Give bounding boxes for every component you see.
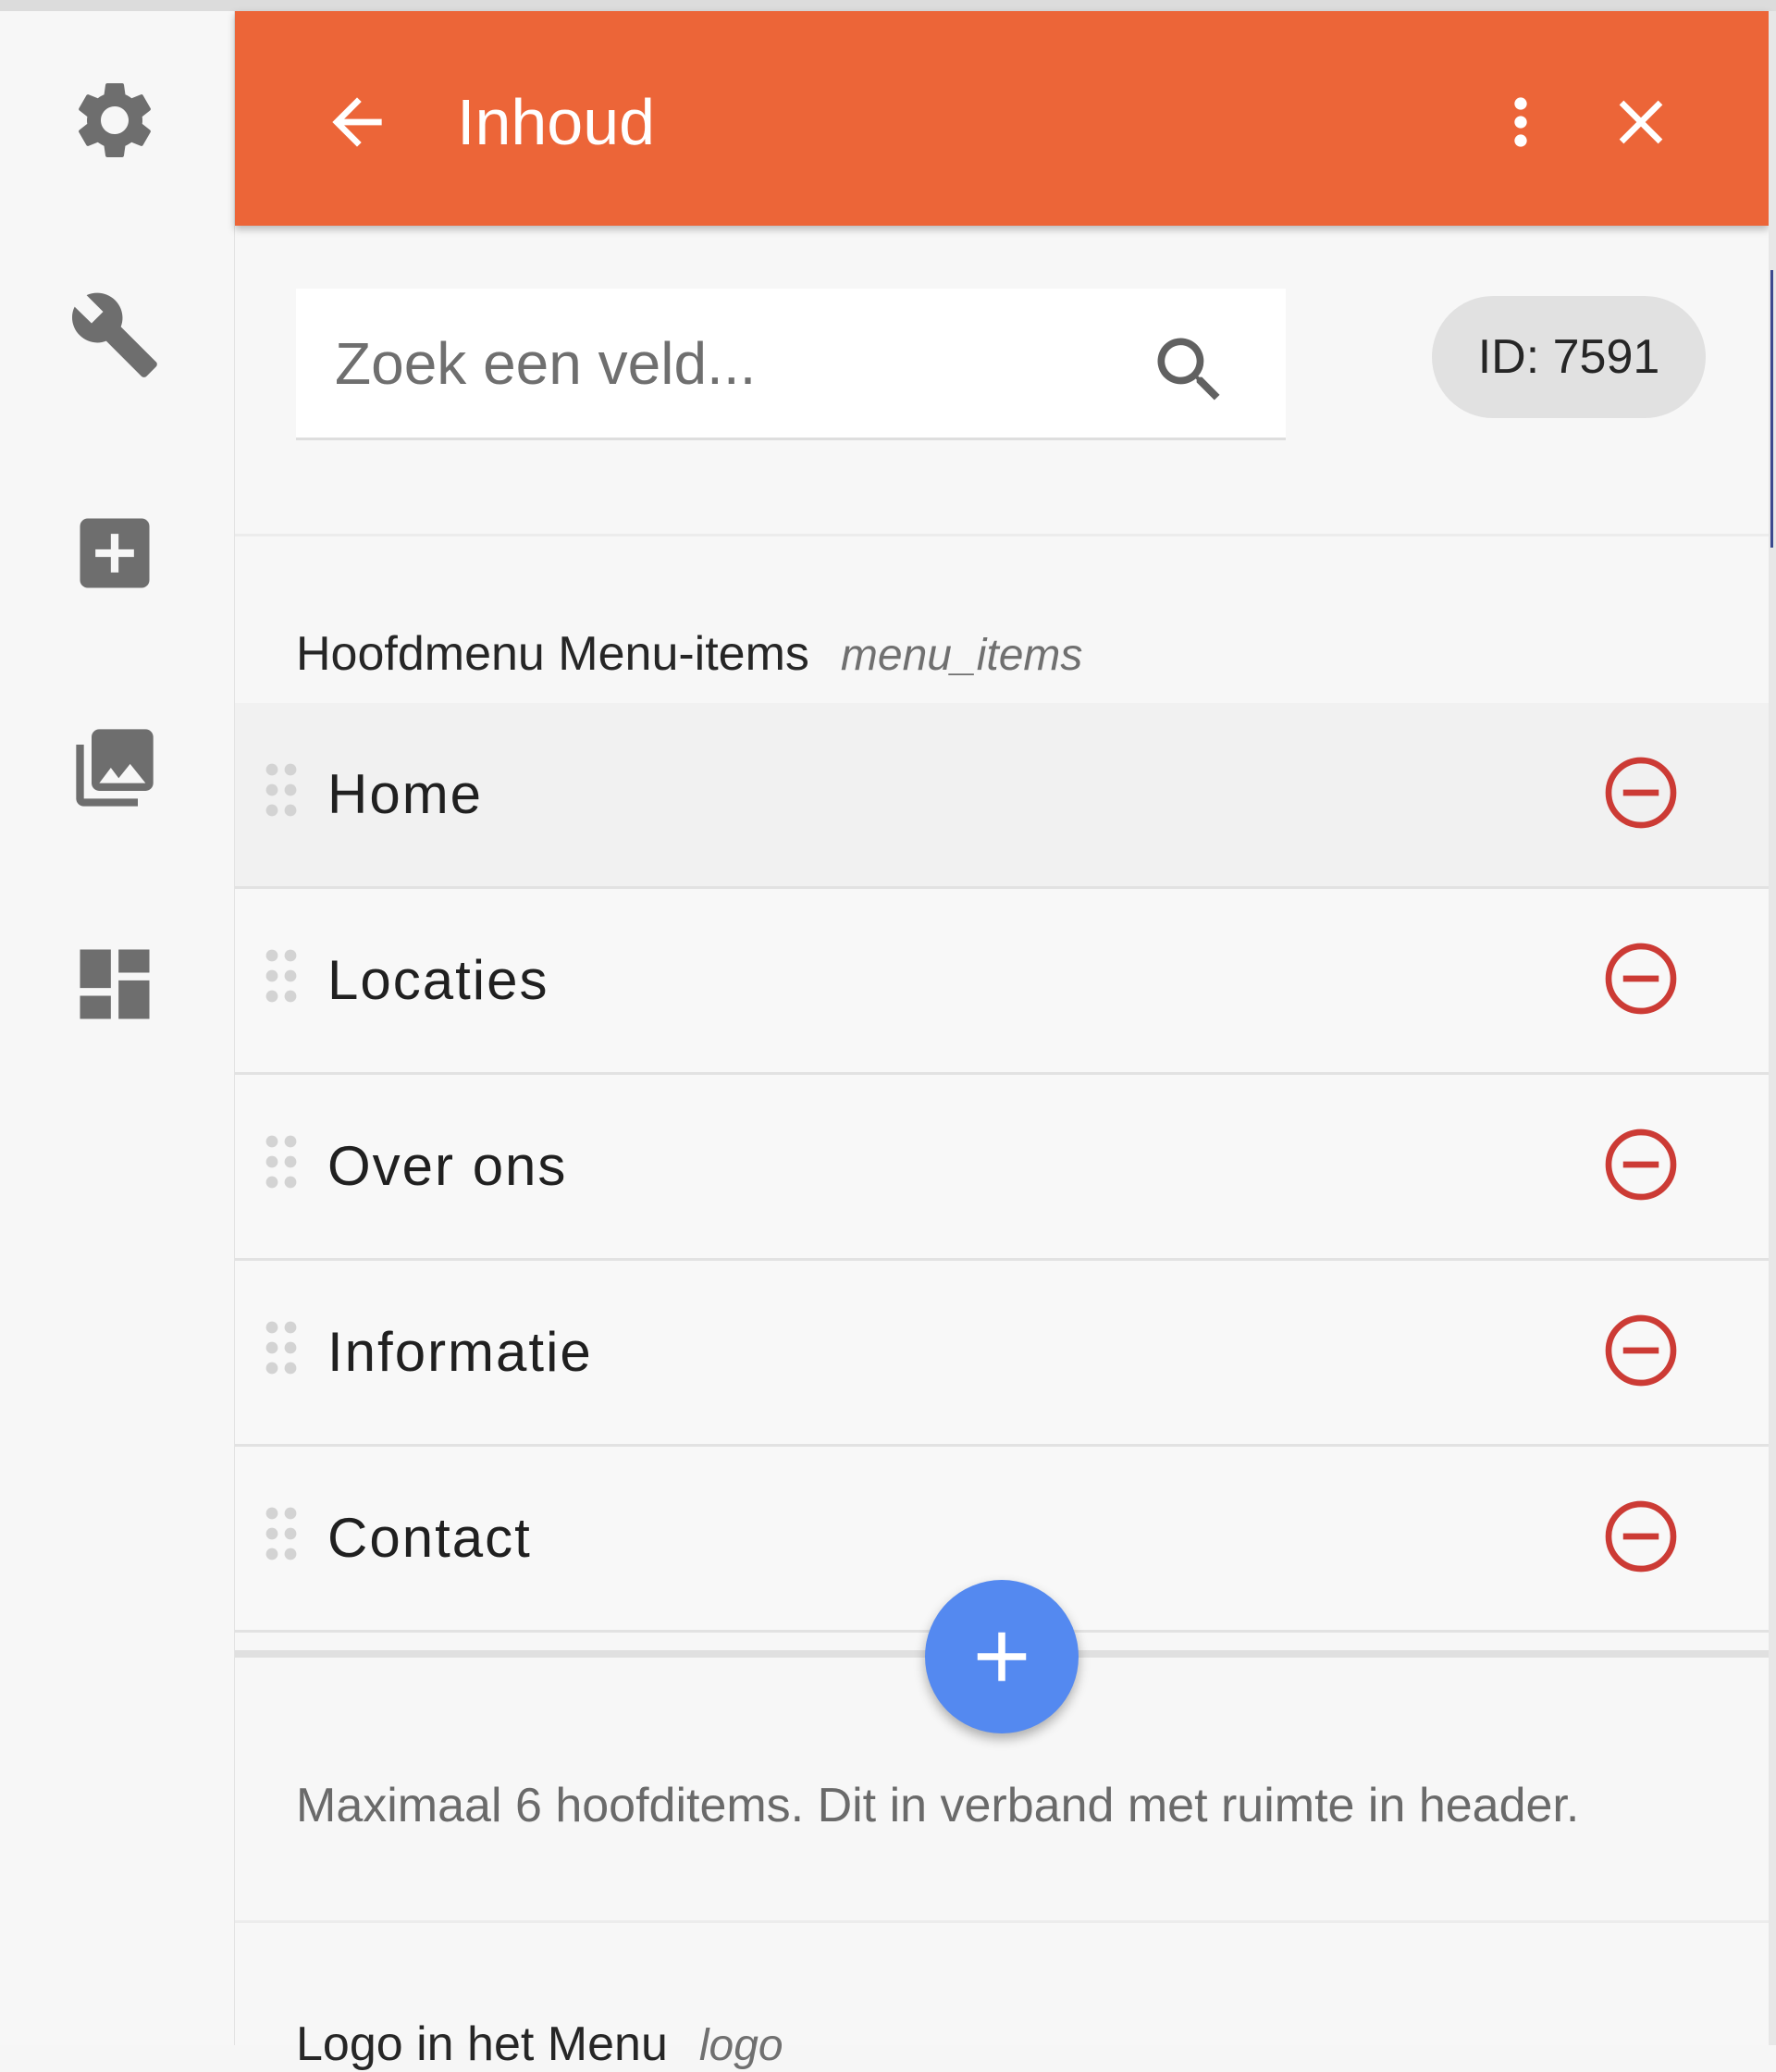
remove-item-button[interactable]	[1602, 754, 1680, 832]
content-panel: Inhoud ID: 7591 Hoofdmenu Menu-items menu…	[235, 11, 1769, 2071]
more-options-button[interactable]	[1484, 85, 1558, 159]
drag-handle-icon[interactable]	[263, 1320, 300, 1375]
menu-item-label: Contact	[327, 1507, 532, 1569]
more-vert-icon	[1514, 97, 1527, 147]
drag-handle-icon[interactable]	[263, 1506, 300, 1561]
window-top-border	[0, 0, 1776, 11]
back-button[interactable]	[320, 85, 394, 159]
menu-item-label: Home	[327, 763, 484, 825]
panel-header: Inhoud	[235, 11, 1769, 226]
remove-circle-icon	[1605, 757, 1677, 829]
search-icon[interactable]	[1147, 327, 1232, 413]
remove-item-button[interactable]	[1602, 1498, 1680, 1575]
add-menu-item-button[interactable]	[925, 1580, 1079, 1733]
menu-item[interactable]: Informatie	[235, 1261, 1769, 1447]
drag-handle-icon[interactable]	[263, 762, 300, 818]
section-heading: Hoofdmenu Menu-items menu_items	[296, 626, 1082, 682]
panel-title: Inhoud	[457, 86, 656, 158]
media-library-button[interactable]	[67, 720, 163, 816]
settings-button[interactable]	[67, 72, 163, 168]
add-block-button[interactable]	[67, 505, 163, 601]
search-field	[296, 289, 1286, 440]
dashboard-button[interactable]	[67, 936, 163, 1032]
close-button[interactable]	[1604, 85, 1678, 159]
section-field-key: logo	[698, 2021, 783, 2070]
help-text: Maximaal 6 hoofditems. Dit in verband me…	[296, 1779, 1580, 1832]
gear-icon	[79, 82, 151, 157]
search-input[interactable]	[333, 326, 1151, 401]
remove-circle-icon	[1605, 1128, 1677, 1201]
arrow-back-icon	[332, 97, 382, 147]
add-box-icon	[80, 518, 150, 588]
plus-icon	[977, 1632, 1027, 1682]
remove-circle-icon	[1605, 1500, 1677, 1572]
remove-item-button[interactable]	[1602, 1312, 1680, 1389]
close-icon	[1619, 100, 1663, 144]
section-label: Hoofdmenu Menu-items	[296, 627, 809, 681]
menu-items-list: Home Locaties Over ons Informatie Contac…	[235, 703, 1769, 1633]
section-divider	[235, 534, 1769, 536]
record-id-badge: ID: 7591	[1432, 296, 1706, 418]
menu-item-label: Locaties	[327, 949, 549, 1011]
remove-circle-icon	[1605, 1314, 1677, 1387]
remove-item-button[interactable]	[1602, 940, 1680, 1018]
menu-item-label: Informatie	[327, 1321, 593, 1383]
wrench-icon	[71, 292, 157, 377]
section-label: Logo in het Menu	[296, 2017, 668, 2071]
menu-item[interactable]: Locaties	[235, 889, 1769, 1075]
left-sidebar	[0, 11, 236, 2045]
photo-library-icon	[76, 729, 154, 807]
remove-item-button[interactable]	[1602, 1126, 1680, 1203]
window-right-edge	[1769, 11, 1776, 2045]
section-divider	[235, 1920, 1769, 1923]
menu-item[interactable]: Home	[235, 703, 1769, 889]
remove-circle-icon	[1605, 943, 1677, 1015]
section-heading: Logo in het Menu logo	[296, 2016, 783, 2072]
edge-accent	[1770, 270, 1773, 548]
drag-handle-icon[interactable]	[263, 948, 300, 1004]
section-field-key: menu_items	[840, 631, 1083, 680]
menu-item[interactable]: Over ons	[235, 1075, 1769, 1261]
drag-handle-icon[interactable]	[263, 1134, 300, 1190]
dashboard-icon	[80, 949, 150, 1019]
menu-item-label: Over ons	[327, 1135, 568, 1197]
tools-button[interactable]	[67, 287, 163, 383]
